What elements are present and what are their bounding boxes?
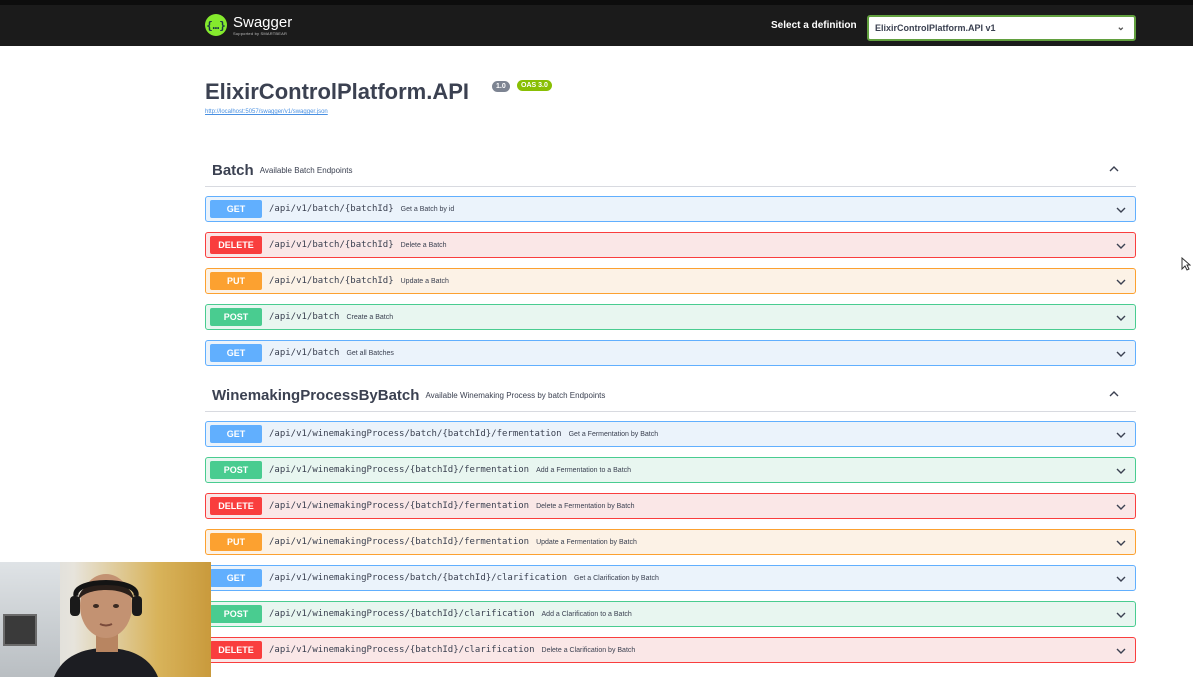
chevron-down-icon[interactable]	[1115, 312, 1127, 324]
operation-path: /api/v1/winemakingProcess/{batchId}/clar…	[269, 609, 535, 619]
operation-row[interactable]: GET/api/v1/winemakingProcess/batch/{batc…	[205, 421, 1136, 447]
operation-path: /api/v1/winemakingProcess/{batchId}/ferm…	[269, 501, 530, 511]
operation-path: /api/v1/batch/{batchId}	[269, 240, 394, 250]
tag-name: Batch	[212, 162, 254, 179]
chevron-up-icon[interactable]	[1108, 388, 1120, 400]
definition-label: Select a definition	[771, 20, 857, 31]
method-badge: PUT	[210, 272, 262, 290]
operation-summary: Delete a Clarification by Batch	[541, 646, 636, 654]
spec-url-link[interactable]: http://localhost:5057/swagger/v1/swagger…	[205, 109, 328, 115]
webcam-picture-frame	[3, 614, 37, 646]
method-badge: PUT	[210, 533, 262, 551]
operation-summary: Get all Batches	[346, 349, 394, 357]
tag-description: Available Batch Endpoints	[259, 166, 353, 175]
method-badge: GET	[210, 425, 262, 443]
chevron-down-icon[interactable]	[1115, 645, 1127, 657]
logo-text: Swagger Supported by SMARTBEAR	[233, 15, 292, 36]
chevron-down-icon[interactable]	[1115, 537, 1127, 549]
chevron-down-icon[interactable]	[1115, 204, 1127, 216]
chevron-down-icon: ⌄	[1116, 22, 1125, 33]
operation-row[interactable]: GET/api/v1/batch Get all Batches	[205, 340, 1136, 366]
operation-row[interactable]: GET/api/v1/winemakingProcess/batch/{batc…	[205, 565, 1136, 591]
operation-row[interactable]: DELETE/api/v1/winemakingProcess/{batchId…	[205, 637, 1136, 663]
method-badge: DELETE	[210, 641, 262, 659]
operation-summary: Get a Batch by id	[400, 205, 455, 213]
oas-badge: OAS 3.0	[517, 80, 552, 91]
definition-select-value: ElixirControlPlatform.API v1	[875, 23, 996, 33]
operation-path: /api/v1/winemakingProcess/{batchId}/ferm…	[269, 465, 530, 475]
swagger-logo-icon: {…}	[205, 14, 227, 36]
operation-row[interactable]: PUT/api/v1/batch/{batchId} Update a Batch	[205, 268, 1136, 294]
operation-summary: Add a Fermentation to a Batch	[536, 466, 632, 474]
operation-path: /api/v1/winemakingProcess/batch/{batchId…	[269, 573, 568, 583]
operation-row[interactable]: GET/api/v1/batch/{batchId} Get a Batch by…	[205, 196, 1136, 222]
operation-summary: Get a Fermentation by Batch	[568, 430, 659, 438]
method-badge: GET	[210, 344, 262, 362]
operation-summary: Get a Clarification by Batch	[574, 574, 659, 582]
mouse-pointer-icon	[1181, 257, 1191, 271]
operation-row[interactable]: POST/api/v1/winemakingProcess/{batchId}/…	[205, 457, 1136, 483]
operation-row[interactable]: DELETE/api/v1/winemakingProcess/{batchId…	[205, 493, 1136, 519]
chevron-down-icon[interactable]	[1115, 573, 1127, 585]
swagger-logo[interactable]: {…} Swagger Supported by SMARTBEAR	[205, 14, 292, 36]
webcam-person-image	[54, 574, 158, 677]
method-badge: POST	[210, 461, 262, 479]
operation-summary: Update a Batch	[400, 277, 449, 285]
webcam-overlay	[0, 562, 211, 677]
operation-path: /api/v1/winemakingProcess/batch/{batchId…	[269, 429, 562, 439]
operation-path: /api/v1/winemakingProcess/{batchId}/clar…	[269, 645, 535, 655]
operation-path: /api/v1/batch	[269, 312, 340, 322]
topbar: {…} Swagger Supported by SMARTBEAR Selec…	[0, 0, 1193, 46]
tag-section-header[interactable]: WinemakingProcessByBatch Available Winema…	[205, 380, 1136, 412]
chevron-down-icon[interactable]	[1115, 429, 1127, 441]
operation-path: /api/v1/batch/{batchId}	[269, 276, 394, 286]
chevron-down-icon[interactable]	[1115, 465, 1127, 477]
operation-summary: Create a Batch	[346, 313, 394, 321]
operation-summary: Add a Clarification to a Batch	[541, 610, 632, 618]
chevron-down-icon[interactable]	[1115, 240, 1127, 252]
operation-summary: Delete a Fermentation by Batch	[536, 502, 635, 510]
tag-section-header[interactable]: Batch Available Batch Endpoints	[205, 155, 1136, 187]
operation-summary: Update a Fermentation by Batch	[536, 538, 637, 546]
operation-summary: Delete a Batch	[400, 241, 447, 249]
logo-subtitle: Supported by SMARTBEAR	[233, 30, 288, 36]
chevron-down-icon[interactable]	[1115, 609, 1127, 621]
chevron-down-icon[interactable]	[1115, 276, 1127, 288]
method-badge: DELETE	[210, 236, 262, 254]
chevron-down-icon[interactable]	[1115, 348, 1127, 360]
api-title: ElixirControlPlatform.API	[205, 79, 470, 104]
chevron-up-icon[interactable]	[1108, 163, 1120, 175]
chevron-down-icon[interactable]	[1115, 501, 1127, 513]
operation-row[interactable]: PUT/api/v1/winemakingProcess/{batchId}/f…	[205, 529, 1136, 555]
tag-description: Available Winemaking Process by batch En…	[425, 391, 606, 400]
definition-select[interactable]: ElixirControlPlatform.API v1 ⌄	[867, 15, 1136, 41]
method-badge: GET	[210, 569, 262, 587]
method-badge: POST	[210, 605, 262, 623]
operation-path: /api/v1/batch	[269, 348, 340, 358]
tag-name: WinemakingProcessByBatch	[212, 387, 420, 404]
operation-row[interactable]: POST/api/v1/batch Create a Batch	[205, 304, 1136, 330]
operation-row[interactable]: POST/api/v1/winemakingProcess/{batchId}/…	[205, 601, 1136, 627]
operation-row[interactable]: DELETE/api/v1/batch/{batchId} Delete a Ba…	[205, 232, 1136, 258]
method-badge: DELETE	[210, 497, 262, 515]
operation-path: /api/v1/winemakingProcess/{batchId}/ferm…	[269, 537, 530, 547]
method-badge: POST	[210, 308, 262, 326]
logo-name: Swagger	[233, 13, 293, 31]
operation-path: /api/v1/batch/{batchId}	[269, 204, 394, 214]
version-badge: 1.0	[492, 81, 510, 92]
method-badge: GET	[210, 200, 262, 218]
